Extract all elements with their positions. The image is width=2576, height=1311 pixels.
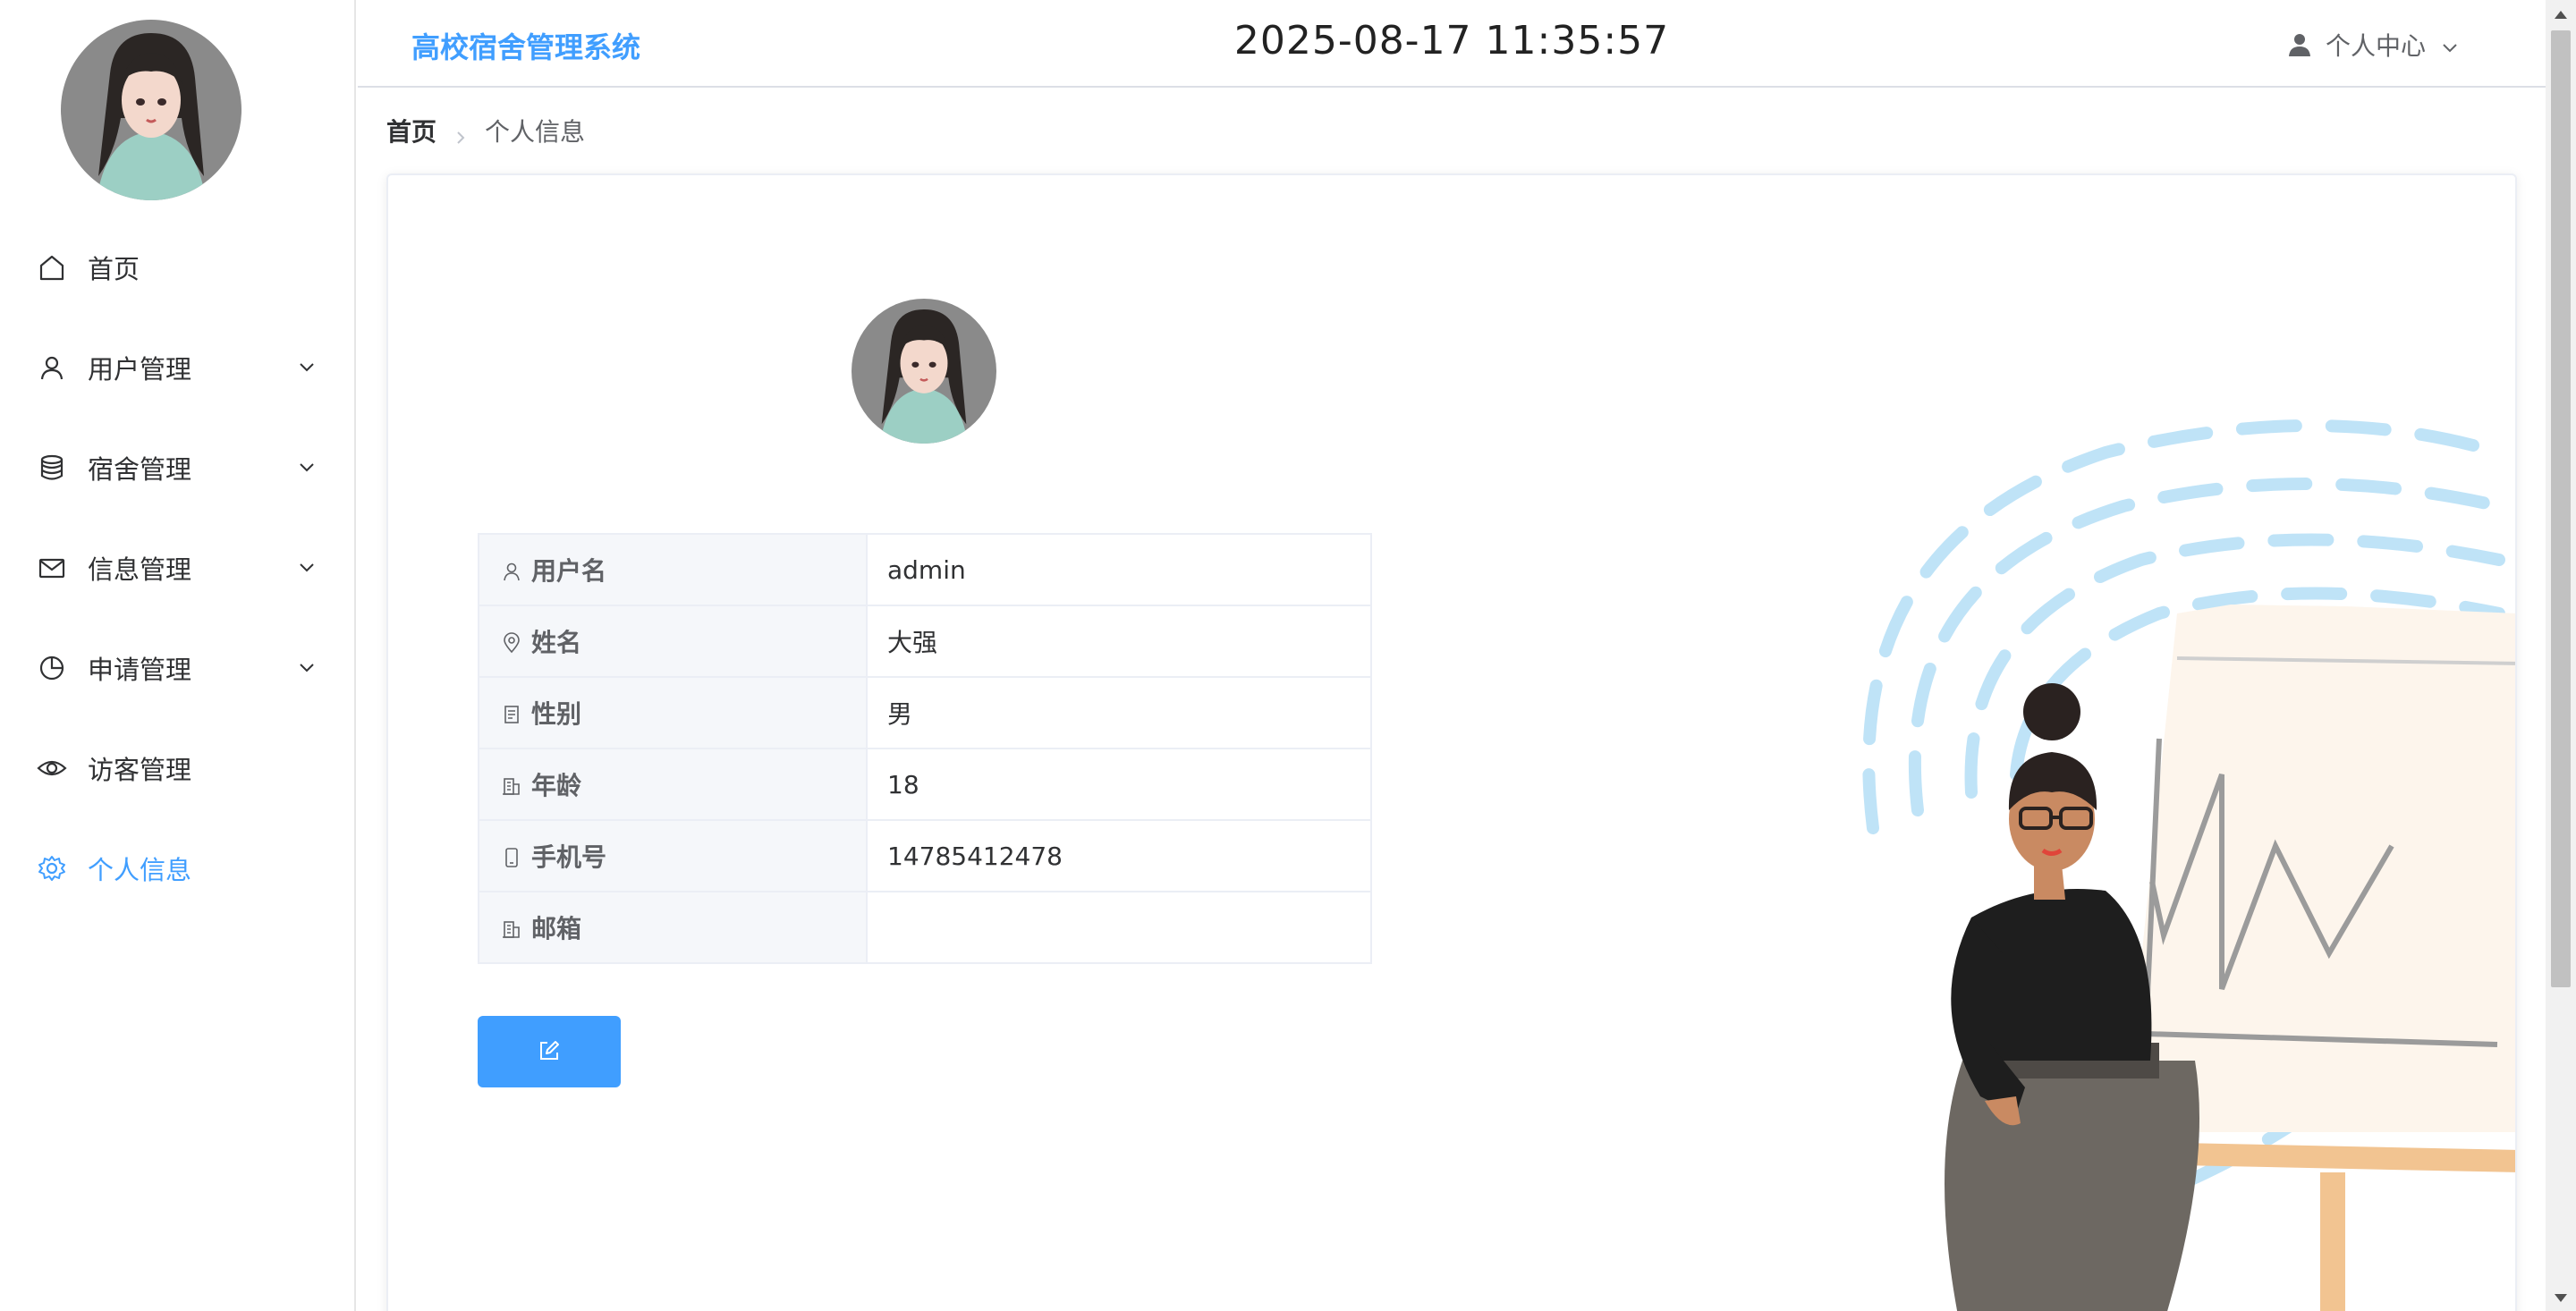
user-icon (2286, 31, 2313, 58)
field-label: 用户名 (478, 533, 868, 606)
sidebar-item-label: 宿舍管理 (88, 454, 192, 485)
sidebar-item-label: 用户管理 (88, 354, 192, 385)
sidebar-item-dormitory[interactable]: 宿舍管理 (0, 418, 354, 518)
breadcrumb-home[interactable]: 首页 (386, 113, 436, 148)
field-label: 邮箱 (478, 891, 868, 964)
table-row: 用户名 admin (478, 533, 1372, 606)
table-row: 手机号 14785412478 (478, 819, 1372, 892)
scroll-down-arrow-icon[interactable] (2553, 1291, 2569, 1304)
mail-icon (36, 552, 68, 584)
scrollbar-thumb[interactable] (2551, 30, 2571, 987)
field-label-text: 年龄 (531, 771, 582, 800)
profile-avatar[interactable] (852, 299, 996, 444)
sidebar: 首页 用户管理 宿舍管理 信息管理 申请管理 访客管理 个人信息 (0, 0, 356, 1311)
sidebar-item-visitors[interactable]: 访客管理 (0, 718, 354, 818)
email-value (866, 891, 1372, 964)
user-center-label: 个人中心 (2325, 31, 2426, 61)
gear-icon (36, 852, 68, 884)
breadcrumb: 首页 个人信息 (386, 113, 585, 148)
edit-icon (538, 1039, 561, 1065)
field-label: 手机号 (478, 819, 868, 892)
top-header: 高校宿舍管理系统 2025-08-17 11:35:57 个人中心 (358, 0, 2546, 88)
office-building-icon (501, 917, 522, 938)
app-root: 首页 用户管理 宿舍管理 信息管理 申请管理 访客管理 个人信息 高校宿舍管理系… (0, 0, 2576, 1311)
edit-profile-button[interactable] (478, 1016, 621, 1087)
table-row: 邮箱 (478, 891, 1372, 964)
sidebar-item-profile[interactable]: 个人信息 (0, 818, 354, 918)
office-building-icon (501, 774, 522, 795)
mobile-phone-icon (501, 845, 522, 867)
chevron-down-icon (297, 457, 317, 477)
breadcrumb-current: 个人信息 (485, 117, 586, 147)
sidebar-item-label: 访客管理 (88, 755, 192, 785)
profile-card: 用户名 admin 姓名 大强 性别 男 年龄 18 手机号 147854124… (386, 173, 2517, 1311)
chevron-down-icon (2440, 35, 2460, 55)
sidebar-avatar[interactable] (61, 20, 242, 200)
field-label: 性别 (478, 676, 868, 749)
sidebar-item-applications[interactable]: 申请管理 (0, 618, 354, 718)
pie-chart-icon (36, 652, 68, 684)
field-label-text: 手机号 (531, 842, 607, 872)
sidebar-item-label: 首页 (88, 254, 140, 284)
field-label-text: 用户名 (531, 556, 607, 586)
sidebar-item-label: 信息管理 (88, 554, 192, 585)
age-value: 18 (866, 748, 1372, 821)
vertical-scrollbar[interactable] (2546, 0, 2576, 1311)
chevron-down-icon (297, 357, 317, 376)
chevron-down-icon (297, 557, 317, 577)
eye-icon (36, 752, 68, 784)
document-icon (501, 702, 522, 723)
sidebar-item-home[interactable]: 首页 (0, 217, 354, 317)
sidebar-item-label: 个人信息 (88, 855, 192, 885)
profile-details-table: 用户名 admin 姓名 大强 性别 男 年龄 18 手机号 147854124… (478, 533, 1372, 964)
phone-value: 14785412478 (866, 819, 1372, 892)
table-row: 年龄 18 (478, 748, 1372, 821)
user-center-dropdown[interactable]: 个人中心 (2286, 27, 2460, 63)
field-label: 年龄 (478, 748, 868, 821)
scroll-up-arrow-icon[interactable] (2553, 7, 2569, 20)
name-value: 大强 (866, 605, 1372, 678)
datetime-display: 2025-08-17 11:35:57 (1233, 18, 1670, 63)
field-label-text: 性别 (531, 699, 582, 729)
sidebar-item-users[interactable]: 用户管理 (0, 317, 354, 418)
chevron-down-icon (297, 657, 317, 677)
username-value: admin (866, 533, 1372, 606)
decorative-illustration (1766, 274, 2515, 1311)
field-label-text: 姓名 (531, 628, 582, 657)
field-label: 姓名 (478, 605, 868, 678)
table-row: 性别 男 (478, 676, 1372, 749)
location-icon (501, 630, 522, 654)
sidebar-menu: 首页 用户管理 宿舍管理 信息管理 申请管理 访客管理 个人信息 (0, 217, 354, 918)
sidebar-item-info[interactable]: 信息管理 (0, 518, 354, 618)
chevron-right-icon (453, 123, 469, 144)
user-icon (501, 559, 522, 581)
field-label-text: 邮箱 (531, 914, 582, 943)
database-icon (36, 452, 68, 484)
user-icon (36, 351, 68, 384)
table-row: 姓名 大强 (478, 605, 1372, 678)
home-icon (36, 251, 68, 283)
gender-value: 男 (866, 676, 1372, 749)
sidebar-item-label: 申请管理 (88, 655, 192, 685)
